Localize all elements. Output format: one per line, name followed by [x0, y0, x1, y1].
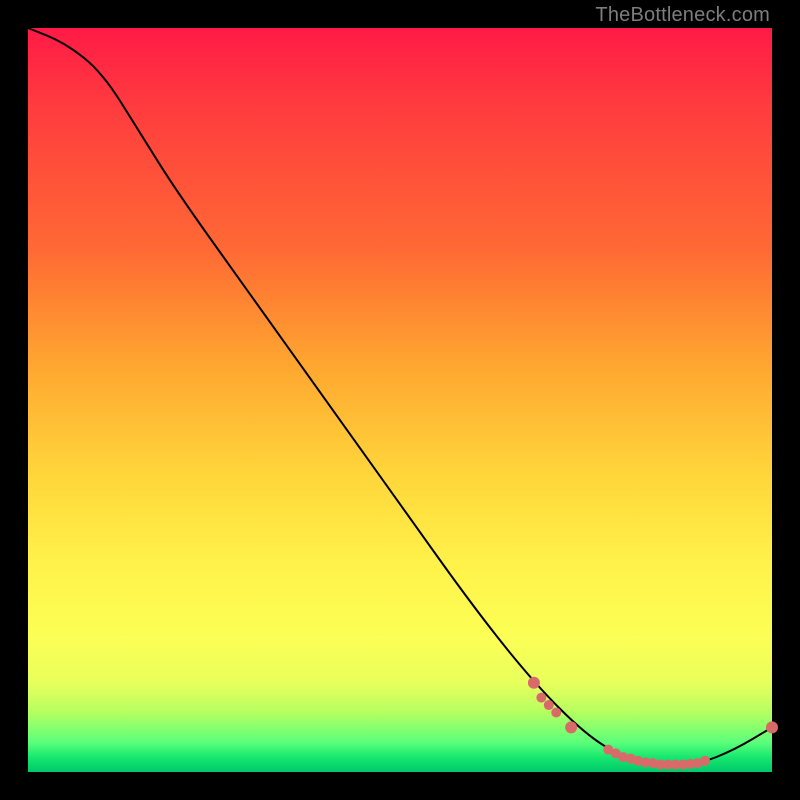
bottleneck-curve — [28, 28, 772, 765]
chart-svg — [28, 28, 772, 772]
data-point-marker — [544, 700, 554, 710]
data-point-marker — [528, 677, 540, 689]
watermark-text: TheBottleneck.com — [595, 4, 770, 27]
data-point-marker — [551, 707, 561, 717]
data-point-marker — [766, 721, 778, 733]
data-point-marker — [565, 721, 577, 733]
data-markers — [528, 677, 778, 770]
data-point-marker — [536, 693, 546, 703]
data-point-marker — [700, 756, 710, 766]
chart-frame: TheBottleneck.com — [0, 0, 800, 800]
